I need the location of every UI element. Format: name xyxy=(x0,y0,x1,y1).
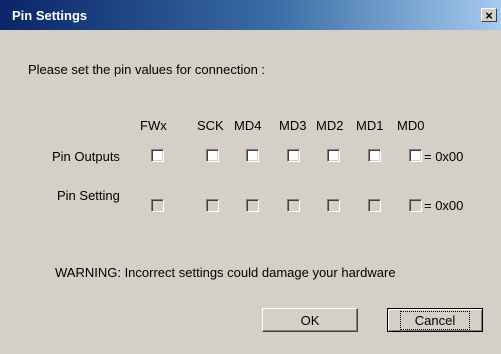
checkbox-pin-outputs-md3[interactable] xyxy=(287,149,300,162)
col-md1: MD1 xyxy=(356,118,384,133)
row-label-pin-setting: Pin Setting xyxy=(57,188,120,203)
pin-outputs-value: = 0x00 xyxy=(424,149,464,164)
col-md2: MD2 xyxy=(316,118,344,133)
checkbox-pin-setting-md3 xyxy=(287,199,300,212)
warning-text: WARNING: Incorrect settings could damage… xyxy=(55,265,396,280)
checkbox-pin-setting-md1 xyxy=(368,199,381,212)
checkbox-pin-outputs-md0[interactable] xyxy=(409,149,422,162)
window-title: Pin Settings xyxy=(12,8,88,23)
checkbox-pin-setting-md2 xyxy=(327,199,340,212)
pin-setting-value: = 0x00 xyxy=(424,198,464,213)
checkbox-pin-setting-fwx xyxy=(151,199,164,212)
close-button[interactable]: × xyxy=(481,8,497,22)
cancel-button[interactable]: Cancel xyxy=(387,308,483,332)
col-fwx: FWx xyxy=(140,118,167,133)
row-label-pin-outputs: Pin Outputs xyxy=(52,149,120,164)
checkbox-pin-outputs-md4[interactable] xyxy=(246,149,259,162)
ok-button-label: OK xyxy=(300,312,320,328)
close-icon: × xyxy=(485,7,493,23)
checkbox-pin-setting-sck xyxy=(206,199,219,212)
title-bar: Pin Settings × xyxy=(0,0,501,30)
cancel-button-label: Cancel xyxy=(399,310,471,330)
col-md4: MD4 xyxy=(234,118,262,133)
checkbox-pin-setting-md0 xyxy=(409,199,422,212)
checkbox-pin-outputs-md2[interactable] xyxy=(327,149,340,162)
checkbox-pin-setting-md4 xyxy=(246,199,259,212)
col-sck: SCK xyxy=(197,118,224,133)
ok-button[interactable]: OK xyxy=(262,308,358,332)
col-md3: MD3 xyxy=(279,118,307,133)
checkbox-pin-outputs-sck[interactable] xyxy=(206,149,219,162)
col-md0: MD0 xyxy=(397,118,425,133)
checkbox-pin-outputs-md1[interactable] xyxy=(368,149,381,162)
checkbox-pin-outputs-fwx[interactable] xyxy=(151,149,164,162)
prompt-text: Please set the pin values for connection… xyxy=(28,62,266,77)
